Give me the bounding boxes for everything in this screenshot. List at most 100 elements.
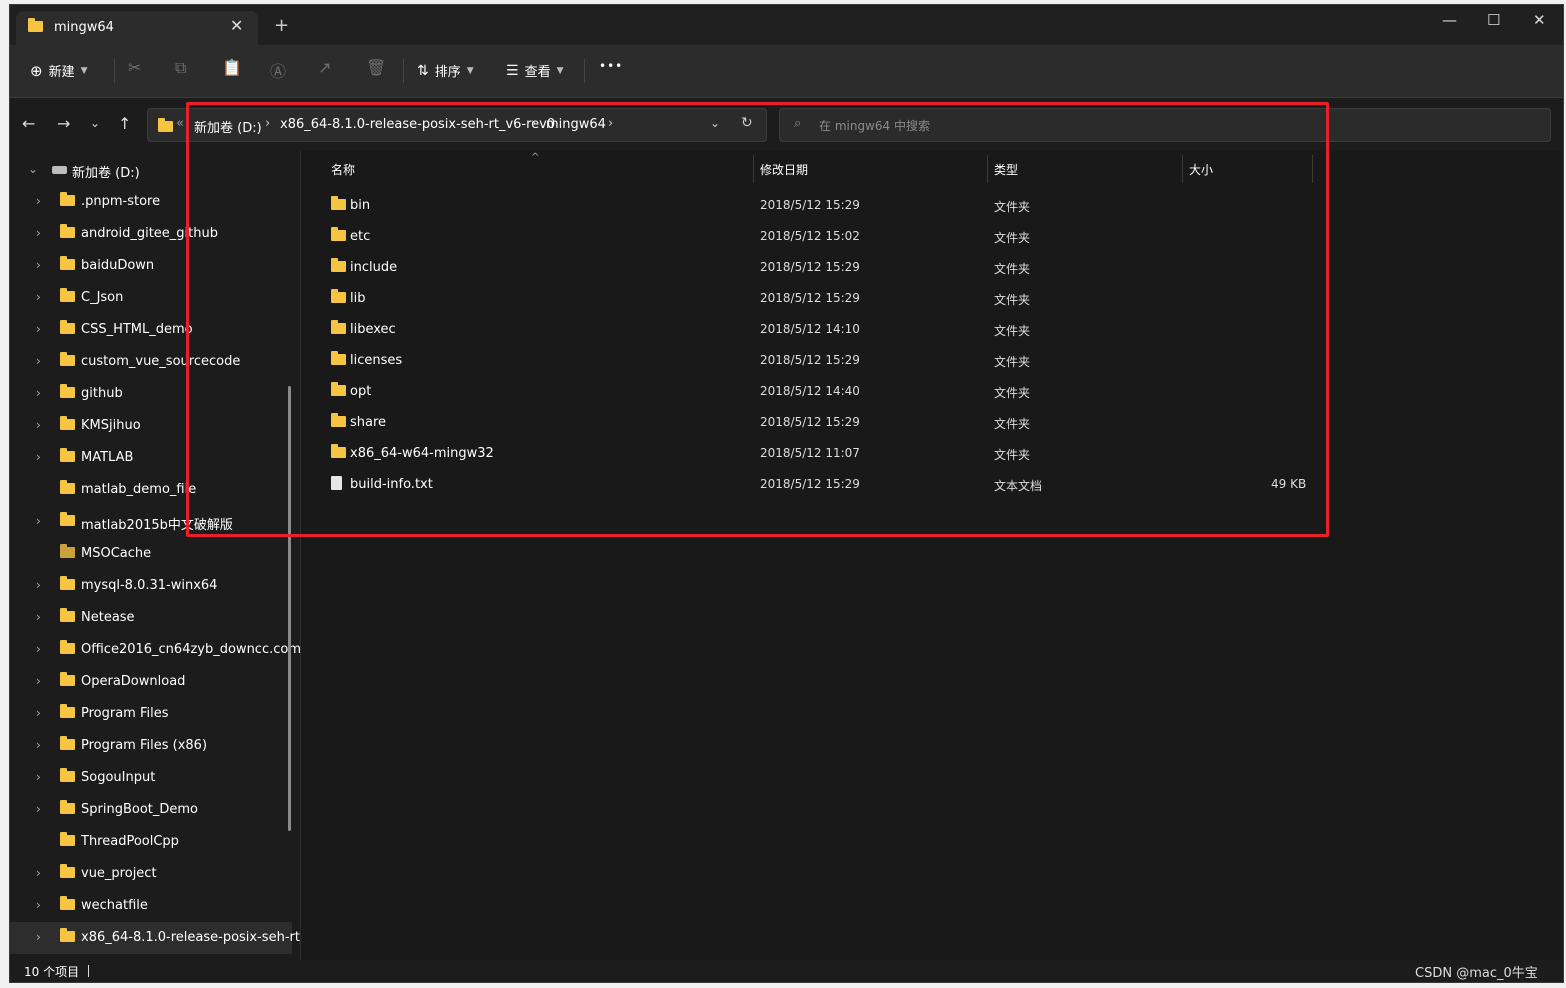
chevron-right-icon[interactable]: › (36, 322, 41, 336)
share-icon[interactable]: ↗ (318, 58, 331, 77)
cut-icon[interactable]: ✂ (128, 58, 141, 77)
copy-icon[interactable]: ⧉ (175, 58, 186, 78)
chevron-right-icon[interactable]: › (36, 770, 41, 784)
minimize-button[interactable]: — (1442, 11, 1457, 29)
file-row[interactable]: x86_64-w64-mingw32 2018/5/12 11:07 文件夹 (319, 439, 1309, 470)
file-row[interactable]: bin 2018/5/12 15:29 文件夹 (319, 191, 1309, 222)
chevron-right-icon[interactable]: › (36, 642, 41, 656)
chevron-right-icon[interactable]: › (36, 450, 41, 464)
sidebar-item[interactable]: › mysql-8.0.31-winx64 (10, 570, 292, 602)
sidebar-item[interactable]: › KMSjihuo (10, 410, 292, 442)
sidebar-scrollbar[interactable] (288, 386, 291, 831)
address-history-chevron-icon[interactable]: ⌄ (710, 116, 720, 130)
sidebar-item[interactable]: › x86_64-8.1.0-release-posix-seh-rt_v6-re… (10, 922, 300, 954)
chevron-right-icon[interactable]: › (36, 674, 41, 688)
sidebar-item[interactable]: MSOCache (10, 538, 292, 570)
chevron-right-icon[interactable]: › (531, 116, 536, 131)
chevron-right-icon[interactable]: › (36, 738, 41, 752)
sidebar-item[interactable]: › Program Files (x86) (10, 730, 292, 762)
sidebar-item[interactable]: › custom_vue_sourcecode (10, 346, 292, 378)
delete-icon[interactable]: 🗑 (366, 58, 386, 77)
sidebar-item[interactable]: › baiduDown (10, 250, 292, 282)
chevron-right-icon[interactable]: › (36, 930, 41, 944)
sidebar-item[interactable]: › Netease (10, 602, 292, 634)
chevron-right-icon[interactable]: › (36, 194, 41, 208)
column-header-type[interactable]: 类型 (994, 161, 1018, 178)
chevron-right-icon[interactable]: › (36, 386, 41, 400)
file-row[interactable]: etc 2018/5/12 15:02 文件夹 (319, 222, 1309, 253)
up-arrow-icon[interactable]: ↑ (118, 114, 131, 133)
sidebar-item[interactable]: › github (10, 378, 292, 410)
new-tab-button[interactable]: + (274, 15, 289, 36)
chevron-right-icon[interactable]: › (265, 116, 270, 131)
tab-title: mingw64 (54, 20, 114, 35)
column-divider[interactable] (753, 155, 754, 183)
chevron-right-icon[interactable]: › (36, 610, 41, 624)
file-row[interactable]: licenses 2018/5/12 15:29 文件夹 (319, 346, 1309, 377)
sidebar-item[interactable]: › Program Files (10, 698, 292, 730)
breadcrumb-drive[interactable]: 新加卷 (D:) (194, 117, 262, 136)
sidebar-item[interactable]: › CSS_HTML_demo (10, 314, 292, 346)
sidebar-item[interactable]: › SogouInput (10, 762, 292, 794)
sidebar-item[interactable]: ThreadPoolCpp (10, 826, 292, 858)
sidebar-item[interactable]: matlab_demo_file (10, 474, 292, 506)
folder-icon (331, 258, 346, 272)
chevron-down-icon[interactable]: ⌄ (28, 162, 38, 176)
chevron-down-icon: ▼ (556, 65, 564, 76)
tab-mingw64[interactable]: mingw64 ✕ (16, 11, 258, 45)
view-button[interactable]: ☰ 查看 ▼ (506, 61, 564, 81)
sort-button[interactable]: ⇅ 排序 ▼ (417, 61, 474, 81)
file-row[interactable]: include 2018/5/12 15:29 文件夹 (319, 253, 1309, 284)
chevron-right-icon[interactable]: › (36, 802, 41, 816)
chevron-right-icon[interactable]: › (36, 578, 41, 592)
back-arrow-icon[interactable]: ← (22, 114, 35, 133)
tab-close-button[interactable]: ✕ (230, 16, 243, 35)
new-button[interactable]: ⊕ 新建 ▼ (30, 61, 88, 81)
search-box[interactable]: ⌕ 在 mingw64 中搜索 (779, 108, 1551, 142)
breadcrumb-current[interactable]: mingw64 (546, 117, 606, 132)
chevron-right-icon[interactable]: › (36, 514, 41, 528)
sidebar-item[interactable]: › matlab2015b中文破解版 (10, 506, 292, 538)
recent-locations-chevron-icon[interactable]: ⌄ (90, 116, 100, 130)
chevron-right-icon[interactable]: › (608, 116, 613, 131)
maximize-button[interactable]: ☐ (1487, 11, 1500, 29)
file-row[interactable]: share 2018/5/12 15:29 文件夹 (319, 408, 1309, 439)
column-divider[interactable] (1312, 155, 1313, 183)
file-row[interactable]: lib 2018/5/12 15:29 文件夹 (319, 284, 1309, 315)
sidebar-item-drive-d[interactable]: ⌄ 新加卷 (D:) (10, 154, 292, 186)
sidebar-item[interactable]: › SpringBoot_Demo (10, 794, 292, 826)
column-divider[interactable] (987, 155, 988, 183)
file-row[interactable]: libexec 2018/5/12 14:10 文件夹 (319, 315, 1309, 346)
column-header-name[interactable]: 名称 (331, 161, 355, 178)
file-row[interactable]: build-info.txt 2018/5/12 15:29 文本文档 49 KB (319, 470, 1309, 501)
chevron-right-icon[interactable]: › (36, 354, 41, 368)
chevron-right-icon[interactable]: › (36, 706, 41, 720)
address-bar[interactable]: « 新加卷 (D:) › x86_64-8.1.0-release-posix-… (147, 108, 767, 142)
column-header-date[interactable]: 修改日期 (760, 161, 808, 178)
chevron-right-icon[interactable]: › (36, 258, 41, 272)
close-window-button[interactable]: ✕ (1533, 11, 1546, 29)
paste-icon[interactable]: 📋 (222, 58, 242, 77)
breadcrumb-folder[interactable]: x86_64-8.1.0-release-posix-seh-rt_v6-rev… (280, 117, 555, 132)
sidebar-item[interactable]: › vue_project (10, 858, 292, 890)
sidebar-item[interactable]: › Office2016_cn64zyb_downcc.com (10, 634, 300, 666)
sidebar-item[interactable]: › MATLAB (10, 442, 292, 474)
sidebar-item[interactable]: › .pnpm-store (10, 186, 292, 218)
sidebar-item[interactable]: › wechatfile (10, 890, 292, 922)
chevron-right-icon[interactable]: › (36, 226, 41, 240)
sidebar-item[interactable]: › android_gitee_github (10, 218, 292, 250)
more-options-button[interactable]: ••• (599, 59, 623, 73)
refresh-icon[interactable]: ↻ (741, 115, 753, 131)
chevron-right-icon[interactable]: › (36, 290, 41, 304)
breadcrumb-overflow[interactable]: « (176, 116, 184, 131)
column-header-size[interactable]: 大小 (1189, 161, 1213, 178)
chevron-right-icon[interactable]: › (36, 418, 41, 432)
chevron-right-icon[interactable]: › (36, 866, 41, 880)
file-row[interactable]: opt 2018/5/12 14:40 文件夹 (319, 377, 1309, 408)
sidebar-item[interactable]: › C_Json (10, 282, 292, 314)
chevron-right-icon[interactable]: › (36, 898, 41, 912)
rename-icon[interactable]: Ⓐ (270, 58, 286, 82)
sidebar-item[interactable]: › OperaDownload (10, 666, 292, 698)
forward-arrow-icon[interactable]: → (57, 114, 70, 133)
column-divider[interactable] (1182, 155, 1183, 183)
